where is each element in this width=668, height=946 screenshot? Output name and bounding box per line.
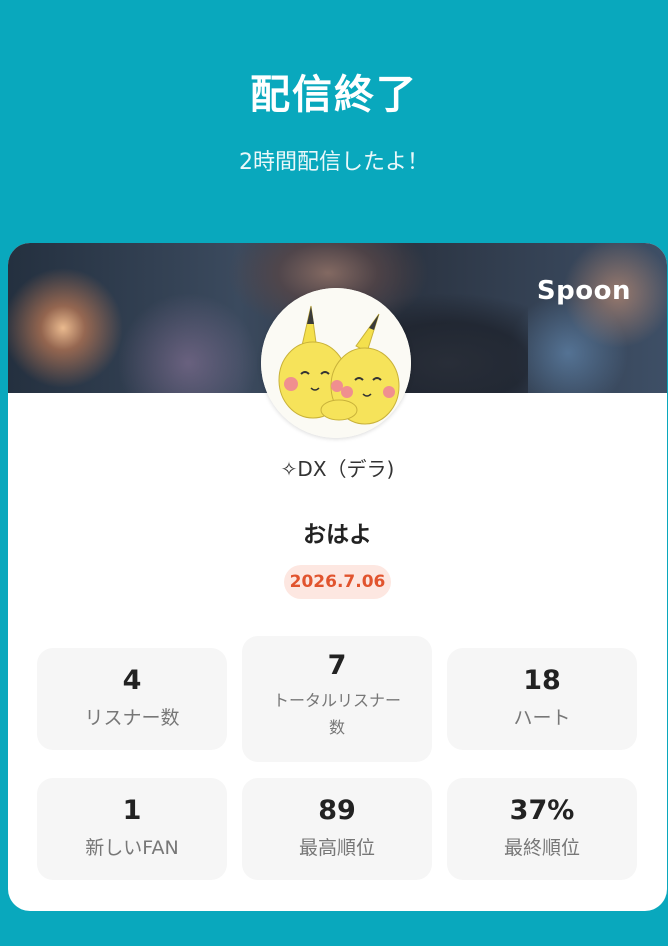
stat-label: ハート	[513, 707, 571, 729]
stat-value: 37%	[509, 795, 575, 826]
stat-value: 89	[318, 795, 356, 826]
spoon-logo: Spoon	[536, 276, 631, 306]
stat-highest-rank: 89 最高順位	[242, 778, 432, 880]
stat-label: 最終順位	[503, 837, 580, 859]
user-name[interactable]: ✧DX（デラ)	[8, 453, 667, 482]
stat-hearts: 18 ハート	[447, 648, 637, 750]
stat-label: リスナー数	[84, 707, 180, 729]
stat-value: 1	[122, 795, 142, 826]
stat-value: 4	[122, 665, 142, 696]
date-badge: 2026.7.06	[284, 565, 391, 599]
page-title: 配信終了	[250, 72, 418, 118]
stat-value: 7	[327, 650, 347, 681]
stat-new-fans: 1 新しいFAN	[37, 778, 227, 880]
stat-label: 最高順位	[298, 837, 375, 859]
summary-card: Spoon ✧DX（デラ) おはよ 2026.7.06 4 リスナー数 7 トー…	[8, 243, 667, 911]
broadcast-title: おはよ	[303, 522, 372, 548]
stat-listeners: 4 リスナー数	[37, 648, 227, 750]
stat-label: 新しいFAN	[85, 837, 179, 859]
stat-label-line2: 数	[328, 718, 345, 737]
stat-total-listeners: 7 トータルリスナー 数	[242, 636, 432, 762]
avatar[interactable]	[261, 288, 411, 438]
page-subtitle: 2時間配信したよ！	[239, 150, 429, 175]
header: 配信終了 2時間配信したよ！	[0, 0, 668, 240]
pikachu-avatar-icon	[261, 288, 411, 438]
stat-label-line1: トータルリスナー	[272, 691, 401, 710]
stat-value: 18	[523, 665, 561, 696]
stat-final-rank: 37% 最終順位	[447, 778, 637, 880]
